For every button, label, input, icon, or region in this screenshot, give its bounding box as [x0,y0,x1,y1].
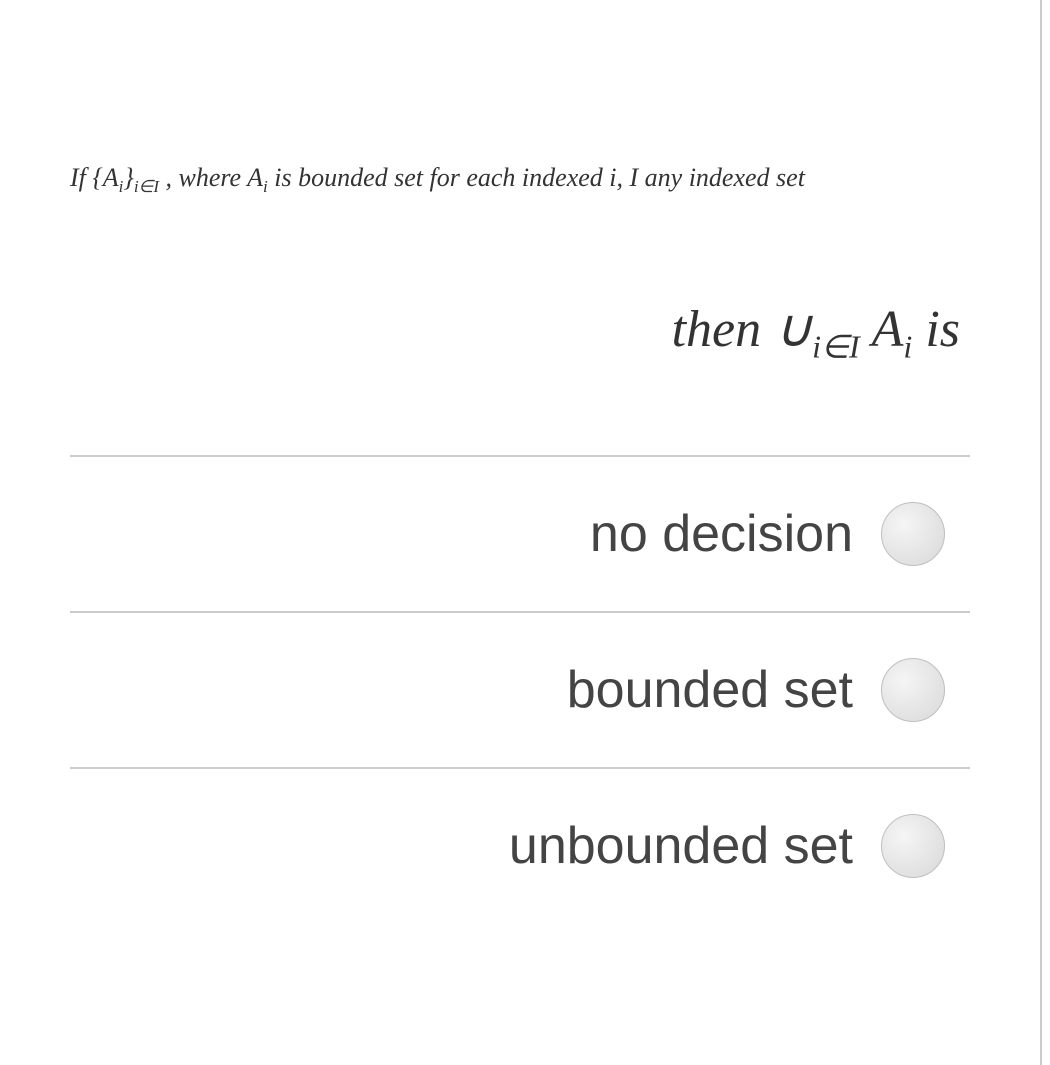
text-brace: } [123,163,133,192]
radio-icon[interactable] [881,502,945,566]
option-label: unbounded set [509,816,853,876]
text-prefix: If {A [70,163,119,192]
text-mid: , where A [159,163,263,192]
option-no-decision[interactable]: no decision [70,457,970,611]
subscript-union: i∈I [812,328,859,364]
options-list: no decision bounded set unbounded set [70,455,970,923]
text-a: A [860,301,904,358]
option-label: no decision [590,504,853,564]
question-container: If {Ai}i∈I , where Ai is bounded set for… [0,0,1042,1065]
question-premise: If {Ai}i∈I , where Ai is bounded set for… [70,160,970,199]
subscript-iei: i∈I [134,177,159,196]
option-bounded-set[interactable]: bounded set [70,611,970,767]
option-label: bounded set [567,660,853,720]
radio-icon[interactable] [881,658,945,722]
subscript-ai: i [903,328,912,364]
text-rest: is bounded set for each indexed i, I any… [268,163,805,192]
radio-icon[interactable] [881,814,945,878]
option-unbounded-set[interactable]: unbounded set [70,767,970,923]
text-is: is [912,301,960,358]
text-then-union: then ∪ [672,301,813,358]
question-conclusion: then ∪i∈I Ai is [70,299,970,365]
